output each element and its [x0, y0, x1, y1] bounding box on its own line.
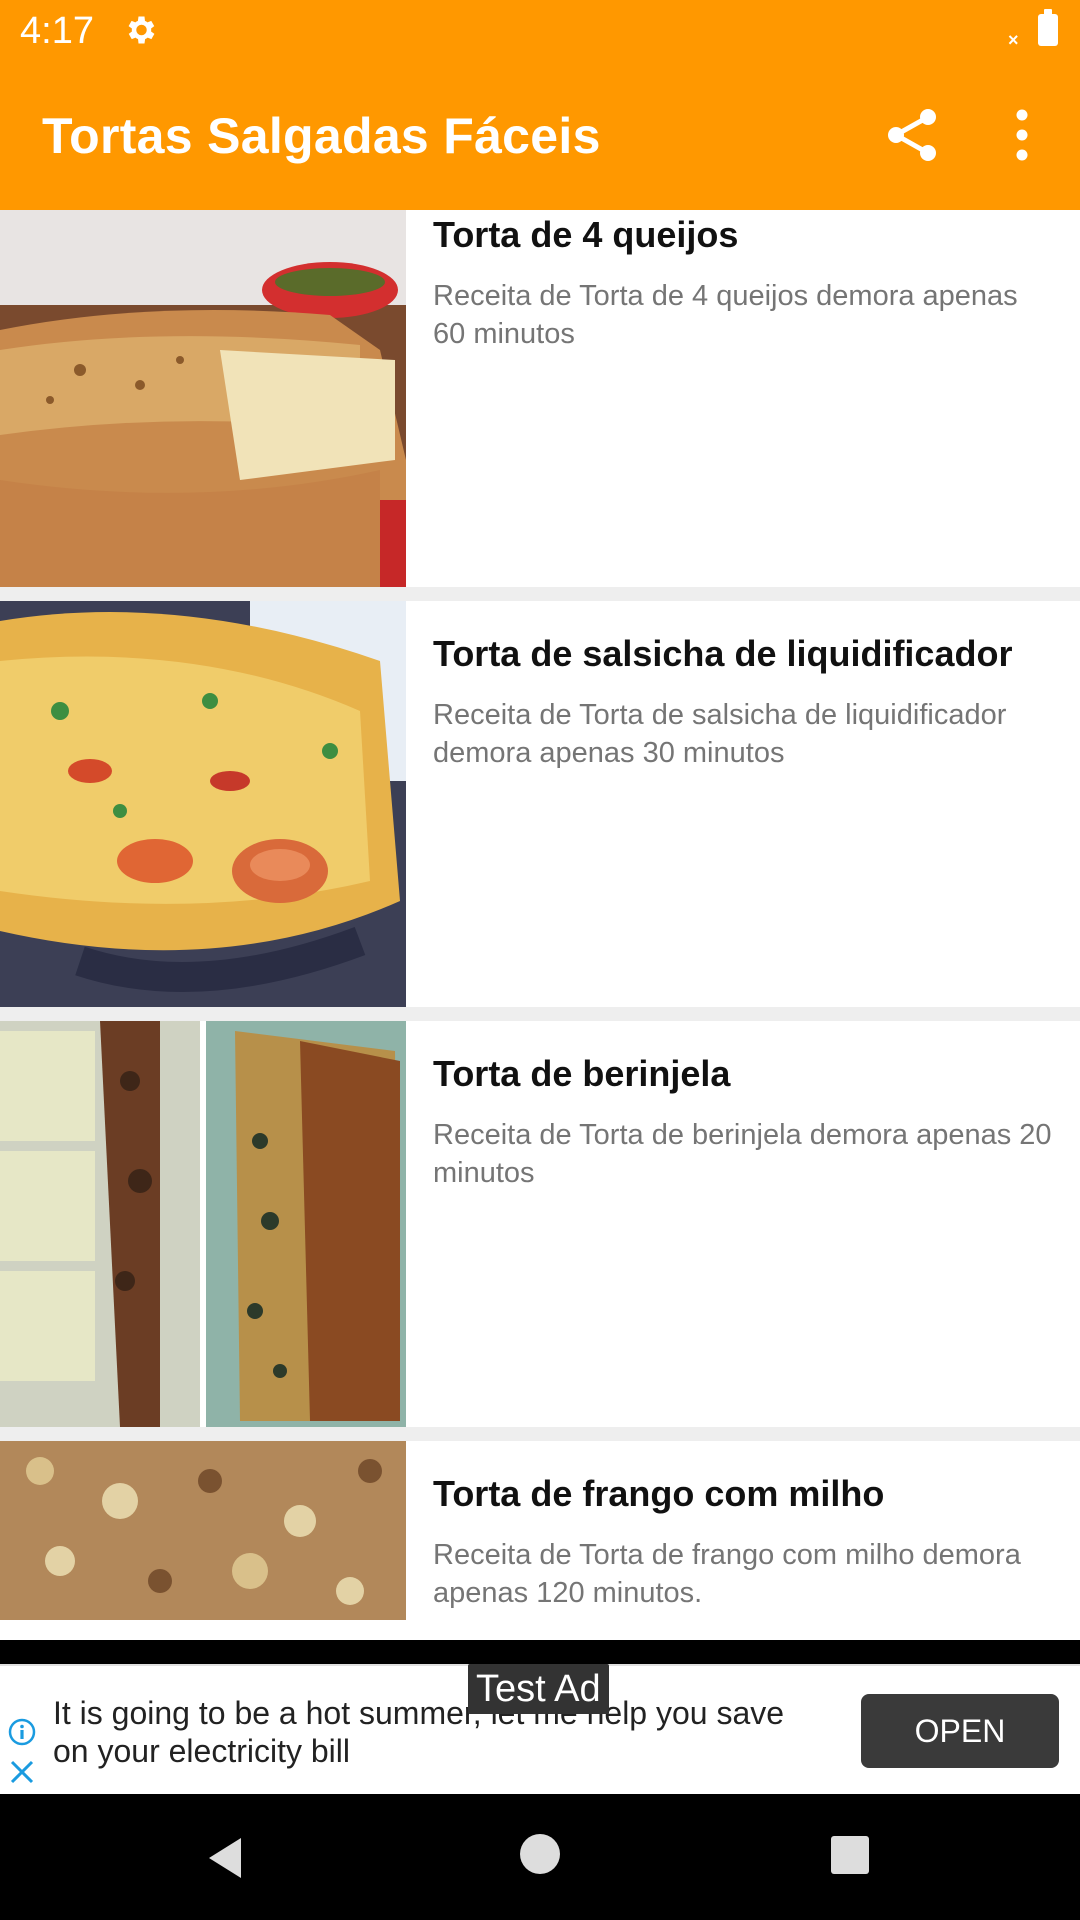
recipe-list[interactable]: Torta de 4 queijos Receita de Torta de 4… — [0, 210, 1080, 1640]
recipe-card[interactable]: Torta de 4 queijos Receita de Torta de 4… — [0, 210, 1080, 587]
app-title: Tortas Salgadas Fáceis — [42, 108, 601, 164]
recipe-image — [0, 1441, 406, 1620]
settings-gear-icon — [128, 16, 155, 44]
home-icon[interactable] — [520, 1834, 560, 1874]
recipe-description: Receita de Torta de salsicha de liquidif… — [433, 699, 1007, 769]
navigation-bar — [0, 1794, 1080, 1920]
status-bar: 4:17 × — [0, 0, 1080, 63]
test-ad-label: Test Ad — [468, 1664, 609, 1714]
recipe-image — [0, 601, 406, 1007]
recipe-title: Torta de berinjela — [433, 1053, 731, 1094]
back-icon[interactable] — [205, 1836, 245, 1880]
recipe-title: Torta de salsicha de liquidificador — [433, 633, 1013, 674]
ad-top-strip — [0, 1640, 1080, 1664]
battery-icon — [1038, 9, 1058, 46]
recipe-title: Torta de 4 queijos — [433, 214, 739, 255]
recipe-card[interactable]: Torta de frango com milho Receita de Tor… — [0, 1441, 1080, 1640]
app-bar: Tortas Salgadas Fáceis — [0, 63, 1080, 210]
ad-banner[interactable]: It is going to be a hot summer, let me h… — [0, 1664, 1080, 1796]
close-icon[interactable] — [8, 1758, 36, 1786]
recent-apps-icon[interactable] — [831, 1836, 869, 1874]
recipe-description: Receita de Torta de frango com milho dem… — [433, 1539, 1021, 1609]
recipe-card[interactable]: Torta de salsicha de liquidificador Rece… — [0, 601, 1080, 1007]
recipe-image — [0, 1021, 406, 1427]
info-icon[interactable] — [8, 1718, 36, 1746]
recipe-title: Torta de frango com milho — [433, 1473, 885, 1514]
share-icon[interactable] — [880, 103, 944, 167]
recipe-image — [0, 210, 406, 587]
no-signal-icon: × — [1008, 30, 1019, 50]
recipe-description: Receita de Torta de 4 queijos demora ape… — [433, 280, 1018, 350]
more-options-icon[interactable] — [1000, 103, 1044, 167]
recipe-description: Receita de Torta de berinjela demora ape… — [433, 1119, 1052, 1189]
recipe-card[interactable]: Torta de berinjela Receita de Torta de b… — [0, 1021, 1080, 1427]
ad-open-button[interactable]: OPEN — [861, 1694, 1059, 1768]
status-time: 4:17 — [20, 10, 94, 52]
ad-text: It is going to be a hot summer, let me h… — [53, 1695, 785, 1769]
